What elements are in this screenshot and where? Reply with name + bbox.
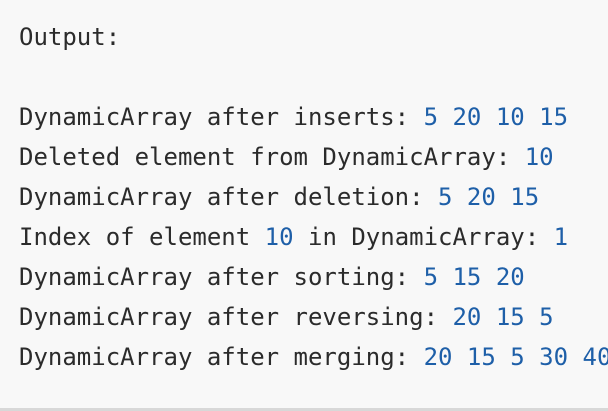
line-values: 20 15 5 30 40 xyxy=(423,343,608,371)
line-label: DynamicArray after inserts: xyxy=(19,103,424,131)
line-value: 10 xyxy=(264,223,294,251)
line-label: DynamicArray after sorting: xyxy=(19,263,424,291)
output-line-inserts: DynamicArray after inserts: 5 20 10 15 xyxy=(19,102,568,132)
line-values: 10 xyxy=(524,143,554,171)
line-label: DynamicArray after deletion: xyxy=(19,183,439,211)
line-values: 5 20 15 xyxy=(438,183,540,211)
output-line-merging: DynamicArray after merging: 20 15 5 30 4… xyxy=(19,342,608,372)
output-code-block: Output: DynamicArray after inserts: 5 20… xyxy=(0,0,608,408)
line-label: Deleted element from DynamicArray: xyxy=(19,143,525,171)
line-label: DynamicArray after merging: xyxy=(19,343,424,371)
line-value: 1 xyxy=(553,223,569,251)
line-values: 5 20 10 15 xyxy=(423,103,569,131)
output-line-deletion: DynamicArray after deletion: 5 20 15 xyxy=(19,182,539,212)
line-label: Index of element xyxy=(19,223,265,251)
output-line-reversing: DynamicArray after reversing: 20 15 5 xyxy=(19,302,554,332)
line-values: 20 15 5 xyxy=(452,303,554,331)
output-line-sorting: DynamicArray after sorting: 5 15 20 xyxy=(19,262,525,292)
line-label: in DynamicArray: xyxy=(293,223,554,251)
line-label: DynamicArray after reversing: xyxy=(19,303,453,331)
line-values: 5 15 20 xyxy=(423,263,525,291)
output-header: Output: xyxy=(19,23,121,51)
output-line-deleted: Deleted element from DynamicArray: 10 xyxy=(19,142,554,172)
output-line-index: Index of element 10 in DynamicArray: 1 xyxy=(19,222,568,252)
